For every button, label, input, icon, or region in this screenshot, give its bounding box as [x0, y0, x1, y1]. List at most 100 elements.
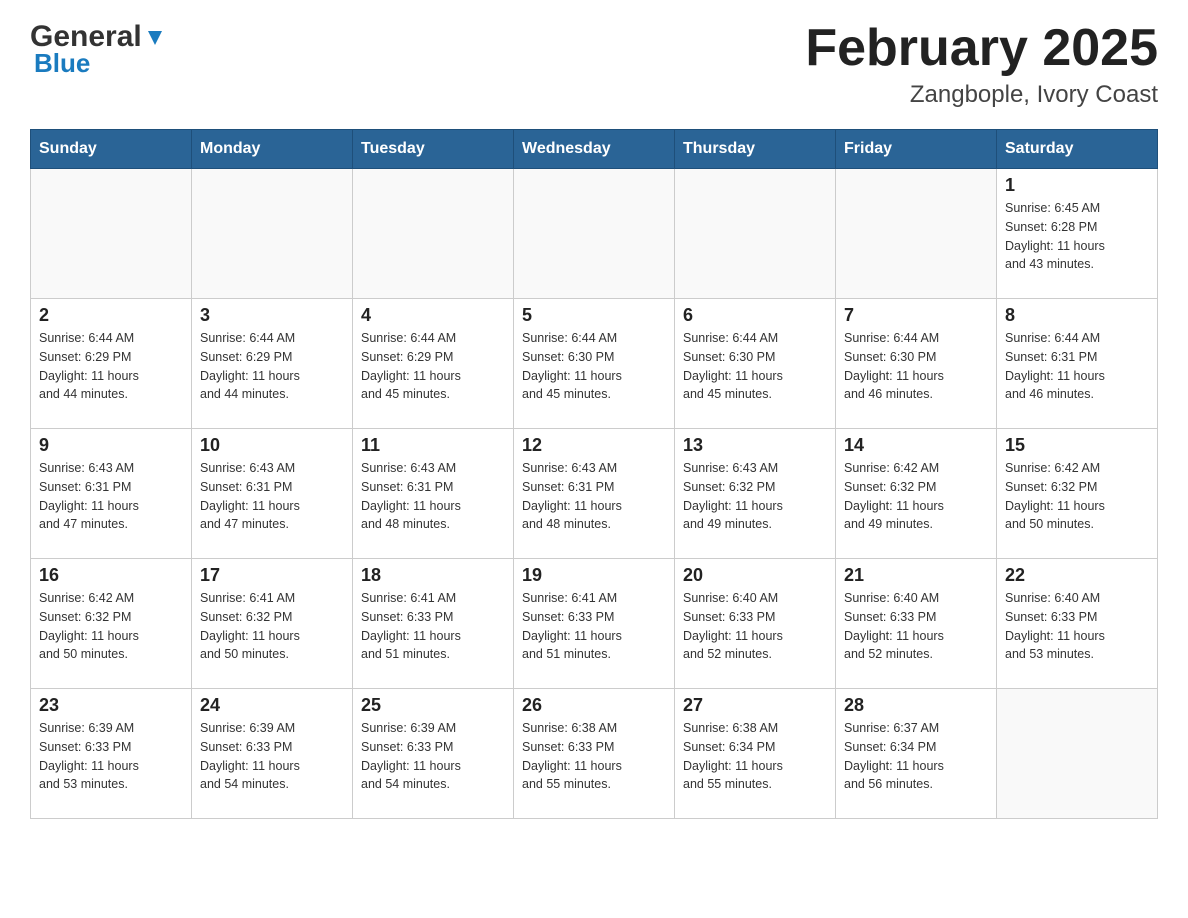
- logo-blue: Blue: [30, 48, 90, 79]
- day-info: Sunrise: 6:44 AM Sunset: 6:30 PM Dayligh…: [844, 329, 988, 404]
- day-info: Sunrise: 6:40 AM Sunset: 6:33 PM Dayligh…: [1005, 589, 1149, 664]
- day-cell: 1 Sunrise: 6:45 AM Sunset: 6:28 PM Daylig…: [997, 169, 1158, 299]
- day-info: Sunrise: 6:43 AM Sunset: 6:31 PM Dayligh…: [200, 459, 344, 534]
- week-row-2: 9 Sunrise: 6:43 AM Sunset: 6:31 PM Daylig…: [31, 429, 1158, 559]
- day-cell: 3Sunrise: 6:44 AM Sunset: 6:29 PM Daylig…: [192, 299, 353, 429]
- day-number: 1: [1005, 175, 1149, 196]
- week-row-3: 16 Sunrise: 6:42 AM Sunset: 6:32 PM Dayli…: [31, 559, 1158, 689]
- day-info: Sunrise: 6:44 AM Sunset: 6:29 PM Dayligh…: [361, 329, 505, 404]
- day-cell: 25Sunrise: 6:39 AM Sunset: 6:33 PM Dayli…: [353, 689, 514, 819]
- day-info: Sunrise: 6:41 AM Sunset: 6:33 PM Dayligh…: [522, 589, 666, 664]
- day-info: Sunrise: 6:40 AM Sunset: 6:33 PM Dayligh…: [844, 589, 988, 664]
- day-cell: 24 Sunrise: 6:39 AM Sunset: 6:33 PM Dayli…: [192, 689, 353, 819]
- day-cell: [192, 169, 353, 299]
- day-number: 5: [522, 305, 666, 326]
- day-cell: 14 Sunrise: 6:42 AM Sunset: 6:32 PM Dayli…: [836, 429, 997, 559]
- day-number: 22: [1005, 565, 1149, 586]
- day-number: 4: [361, 305, 505, 326]
- calendar-table: Sunday Monday Tuesday Wednesday Thursday…: [30, 129, 1158, 819]
- day-number: 2: [39, 305, 183, 326]
- day-number: 7: [844, 305, 988, 326]
- day-cell: 28 Sunrise: 6:37 AM Sunset: 6:34 PM Dayli…: [836, 689, 997, 819]
- day-number: 6: [683, 305, 827, 326]
- logo-arrow-icon: [144, 27, 166, 49]
- day-cell: 4 Sunrise: 6:44 AM Sunset: 6:29 PM Daylig…: [353, 299, 514, 429]
- header-row: Sunday Monday Tuesday Wednesday Thursday…: [31, 130, 1158, 169]
- header-wednesday: Wednesday: [514, 130, 675, 169]
- day-info: Sunrise: 6:41 AM Sunset: 6:33 PM Dayligh…: [361, 589, 505, 664]
- day-cell: 7 Sunrise: 6:44 AM Sunset: 6:30 PM Daylig…: [836, 299, 997, 429]
- day-number: 25: [361, 695, 505, 716]
- day-cell: 23 Sunrise: 6:39 AM Sunset: 6:33 PM Dayli…: [31, 689, 192, 819]
- calendar-subtitle: Zangbople, Ivory Coast: [805, 81, 1158, 109]
- day-number: 21: [844, 565, 988, 586]
- day-cell: [514, 169, 675, 299]
- day-cell: 19 Sunrise: 6:41 AM Sunset: 6:33 PM Dayli…: [514, 559, 675, 689]
- day-info: Sunrise: 6:44 AM Sunset: 6:29 PM Dayligh…: [39, 329, 183, 404]
- day-info: Sunrise: 6:42 AM Sunset: 6:32 PM Dayligh…: [39, 589, 183, 664]
- day-number: 11: [361, 435, 505, 456]
- calendar-header: Sunday Monday Tuesday Wednesday Thursday…: [31, 130, 1158, 169]
- day-number: 27: [683, 695, 827, 716]
- day-cell: [31, 169, 192, 299]
- day-info: Sunrise: 6:43 AM Sunset: 6:31 PM Dayligh…: [361, 459, 505, 534]
- calendar-body: 1 Sunrise: 6:45 AM Sunset: 6:28 PM Daylig…: [31, 169, 1158, 819]
- day-number: 8: [1005, 305, 1149, 326]
- day-info: Sunrise: 6:43 AM Sunset: 6:31 PM Dayligh…: [522, 459, 666, 534]
- day-number: 13: [683, 435, 827, 456]
- day-cell: 27 Sunrise: 6:38 AM Sunset: 6:34 PM Dayli…: [675, 689, 836, 819]
- day-number: 15: [1005, 435, 1149, 456]
- day-cell: [836, 169, 997, 299]
- day-number: 26: [522, 695, 666, 716]
- day-info: Sunrise: 6:39 AM Sunset: 6:33 PM Dayligh…: [39, 719, 183, 794]
- day-number: 12: [522, 435, 666, 456]
- day-cell: 17Sunrise: 6:41 AM Sunset: 6:32 PM Dayli…: [192, 559, 353, 689]
- day-cell: 21 Sunrise: 6:40 AM Sunset: 6:33 PM Dayli…: [836, 559, 997, 689]
- day-cell: [353, 169, 514, 299]
- day-cell: 13 Sunrise: 6:43 AM Sunset: 6:32 PM Dayli…: [675, 429, 836, 559]
- day-cell: 6 Sunrise: 6:44 AM Sunset: 6:30 PM Daylig…: [675, 299, 836, 429]
- week-row-0: 1 Sunrise: 6:45 AM Sunset: 6:28 PM Daylig…: [31, 169, 1158, 299]
- day-info: Sunrise: 6:42 AM Sunset: 6:32 PM Dayligh…: [844, 459, 988, 534]
- day-info: Sunrise: 6:38 AM Sunset: 6:33 PM Dayligh…: [522, 719, 666, 794]
- day-number: 18: [361, 565, 505, 586]
- page-header: General Blue February 2025 Zangbople, Iv…: [30, 20, 1158, 109]
- day-number: 20: [683, 565, 827, 586]
- day-info: Sunrise: 6:43 AM Sunset: 6:32 PM Dayligh…: [683, 459, 827, 534]
- day-cell: [997, 689, 1158, 819]
- day-cell: [675, 169, 836, 299]
- day-cell: 18 Sunrise: 6:41 AM Sunset: 6:33 PM Dayli…: [353, 559, 514, 689]
- day-cell: 15Sunrise: 6:42 AM Sunset: 6:32 PM Dayli…: [997, 429, 1158, 559]
- day-info: Sunrise: 6:44 AM Sunset: 6:30 PM Dayligh…: [683, 329, 827, 404]
- week-row-1: 2 Sunrise: 6:44 AM Sunset: 6:29 PM Daylig…: [31, 299, 1158, 429]
- day-info: Sunrise: 6:43 AM Sunset: 6:31 PM Dayligh…: [39, 459, 183, 534]
- day-number: 23: [39, 695, 183, 716]
- day-info: Sunrise: 6:39 AM Sunset: 6:33 PM Dayligh…: [200, 719, 344, 794]
- day-cell: 8 Sunrise: 6:44 AM Sunset: 6:31 PM Daylig…: [997, 299, 1158, 429]
- day-info: Sunrise: 6:38 AM Sunset: 6:34 PM Dayligh…: [683, 719, 827, 794]
- day-number: 14: [844, 435, 988, 456]
- header-friday: Friday: [836, 130, 997, 169]
- day-cell: 2 Sunrise: 6:44 AM Sunset: 6:29 PM Daylig…: [31, 299, 192, 429]
- day-number: 16: [39, 565, 183, 586]
- day-cell: 16 Sunrise: 6:42 AM Sunset: 6:32 PM Dayli…: [31, 559, 192, 689]
- day-info: Sunrise: 6:37 AM Sunset: 6:34 PM Dayligh…: [844, 719, 988, 794]
- day-number: 28: [844, 695, 988, 716]
- day-info: Sunrise: 6:44 AM Sunset: 6:31 PM Dayligh…: [1005, 329, 1149, 404]
- day-number: 17: [200, 565, 344, 586]
- day-number: 9: [39, 435, 183, 456]
- day-number: 24: [200, 695, 344, 716]
- header-monday: Monday: [192, 130, 353, 169]
- day-info: Sunrise: 6:40 AM Sunset: 6:33 PM Dayligh…: [683, 589, 827, 664]
- calendar-title-block: February 2025 Zangbople, Ivory Coast: [805, 20, 1158, 109]
- day-number: 19: [522, 565, 666, 586]
- day-cell: 11 Sunrise: 6:43 AM Sunset: 6:31 PM Dayli…: [353, 429, 514, 559]
- header-tuesday: Tuesday: [353, 130, 514, 169]
- day-info: Sunrise: 6:45 AM Sunset: 6:28 PM Dayligh…: [1005, 199, 1149, 274]
- day-info: Sunrise: 6:44 AM Sunset: 6:30 PM Dayligh…: [522, 329, 666, 404]
- day-cell: 20 Sunrise: 6:40 AM Sunset: 6:33 PM Dayli…: [675, 559, 836, 689]
- day-number: 3: [200, 305, 344, 326]
- day-cell: 26 Sunrise: 6:38 AM Sunset: 6:33 PM Dayli…: [514, 689, 675, 819]
- header-thursday: Thursday: [675, 130, 836, 169]
- day-number: 10: [200, 435, 344, 456]
